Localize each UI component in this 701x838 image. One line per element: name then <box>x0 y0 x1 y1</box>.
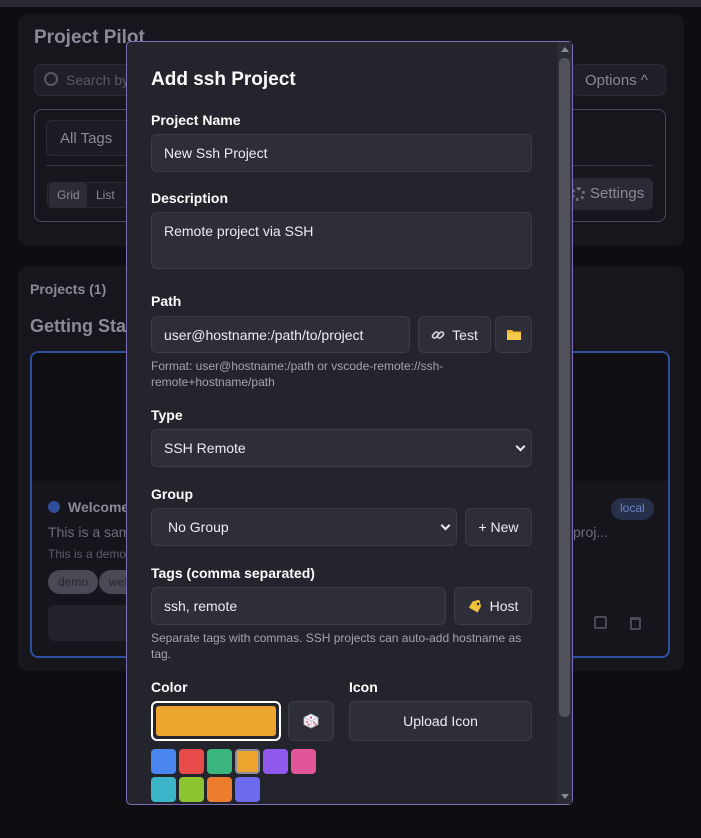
browse-folder-button[interactable] <box>495 316 532 353</box>
test-connection-button[interactable]: Test <box>418 316 491 353</box>
color-label: Color <box>151 679 188 695</box>
project-name-value: New Ssh Project <box>164 145 268 161</box>
color-picker[interactable] <box>151 701 281 741</box>
color-swatch[interactable] <box>291 749 316 774</box>
color-swatch[interactable] <box>151 777 176 802</box>
link-icon <box>431 330 445 339</box>
color-swatch[interactable] <box>179 777 204 802</box>
search-icon <box>44 72 58 86</box>
options-button[interactable]: Options ^ <box>572 64 666 96</box>
group-selected-value: No Group <box>168 519 229 535</box>
tag-chip: demo <box>48 570 99 594</box>
path-label: Path <box>151 293 182 309</box>
gear-icon <box>571 187 585 201</box>
view-list-button[interactable]: List <box>96 188 115 202</box>
group-label: Group <box>151 486 193 502</box>
project-card-description-tail: proj... <box>573 524 609 540</box>
edit-icon[interactable] <box>594 616 607 629</box>
view-toggle: Grid List <box>47 182 129 208</box>
scroll-down-arrow-icon[interactable] <box>561 794 569 799</box>
path-input[interactable]: user@hostname:/path/to/project <box>151 316 410 353</box>
tags-value: ssh, remote <box>164 598 238 614</box>
description-label: Description <box>151 190 229 206</box>
description-value: Remote project via SSH <box>164 223 314 239</box>
random-color-button[interactable] <box>288 701 334 741</box>
dialog-title: Add ssh Project <box>151 69 296 90</box>
search-placeholder: Search by <box>66 72 130 88</box>
project-card-subtext: This is a demo <box>48 547 127 561</box>
add-host-tag-button[interactable]: Host <box>454 587 532 625</box>
top-bar <box>0 0 701 7</box>
project-name-input[interactable]: New Ssh Project <box>151 134 532 172</box>
color-swatch[interactable] <box>207 749 232 774</box>
folder-icon <box>506 330 521 340</box>
upload-icon-button[interactable]: Upload Icon <box>349 701 532 741</box>
tags-hint: Separate tags with commas. SSH projects … <box>151 631 522 661</box>
project-card-title: Welcome <box>68 499 130 515</box>
color-swatch[interactable] <box>179 749 204 774</box>
tag-icon <box>468 599 481 613</box>
upload-icon-label: Upload Icon <box>403 713 478 729</box>
scroll-up-arrow-icon[interactable] <box>561 47 569 52</box>
project-name-label: Project Name <box>151 112 241 128</box>
dice-icon <box>303 713 319 729</box>
type-label: Type <box>151 407 183 423</box>
open-project-button[interactable] <box>48 605 138 641</box>
color-swatch[interactable] <box>235 777 260 802</box>
trash-icon[interactable] <box>630 617 641 630</box>
color-swatch[interactable] <box>151 749 176 774</box>
tags-label: Tags (comma separated) <box>151 565 315 581</box>
group-select[interactable]: No Group <box>151 508 457 546</box>
test-label: Test <box>452 326 478 343</box>
type-selected-value: SSH Remote <box>164 440 246 456</box>
path-hint: Format: user@hostname:/path or vscode-re… <box>151 359 444 389</box>
scrollbar-thumb[interactable] <box>559 58 570 717</box>
status-badge: local <box>611 498 654 520</box>
new-group-label: + New <box>478 519 519 535</box>
icon-label: Icon <box>349 679 378 695</box>
view-grid-button[interactable]: Grid <box>49 183 87 207</box>
group-heading: Getting Star <box>30 316 134 336</box>
new-group-button[interactable]: + New <box>465 508 532 546</box>
all-tags-select[interactable]: All Tags <box>46 120 136 156</box>
projects-count: Projects (1) <box>30 281 107 297</box>
tags-input[interactable]: ssh, remote <box>151 587 446 625</box>
color-swatch[interactable] <box>235 749 260 774</box>
project-card-description: This is a sam <box>48 524 131 540</box>
color-preview <box>156 706 276 736</box>
path-value: user@hostname:/path/to/project <box>164 326 364 343</box>
type-select[interactable]: SSH Remote <box>151 429 532 467</box>
status-dot <box>48 501 60 513</box>
host-label: Host <box>489 598 519 614</box>
description-textarea[interactable]: Remote project via SSH <box>151 212 532 269</box>
color-swatch[interactable] <box>207 777 232 802</box>
color-swatch[interactable] <box>263 749 288 774</box>
